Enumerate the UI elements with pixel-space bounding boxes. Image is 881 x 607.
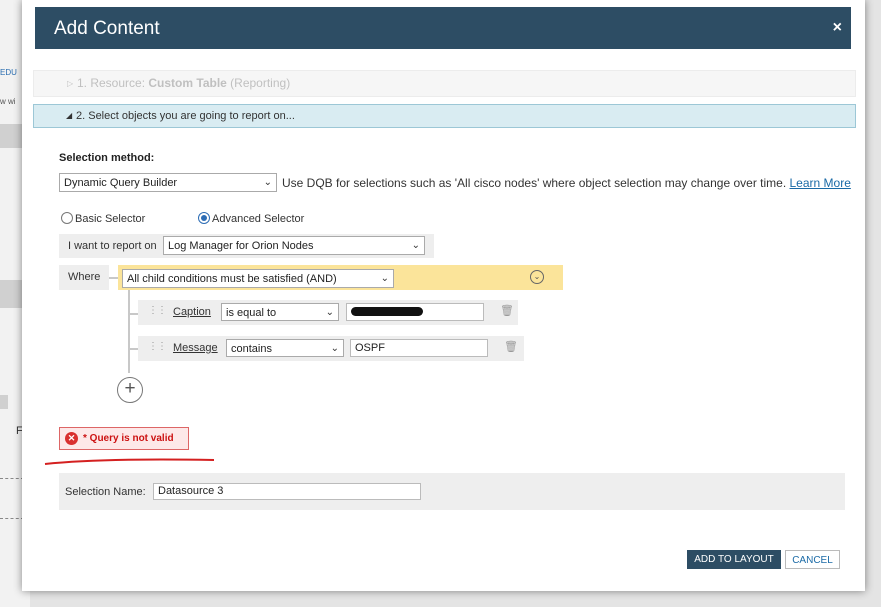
tree-connector <box>128 348 138 350</box>
selection-method-dropdown[interactable]: Dynamic Query Builder ⌄ <box>59 173 277 192</box>
add-condition-plus-icon[interactable]: + <box>117 377 143 403</box>
where-label: Where <box>68 271 101 283</box>
background-divider <box>0 478 24 479</box>
condition-field-link[interactable]: Message <box>173 342 218 354</box>
background-bar <box>0 395 8 409</box>
red-underline-annotation <box>44 458 215 465</box>
step-1-resource[interactable]: ▷ 1. Resource: Custom Table (Reporting) <box>33 70 856 97</box>
condition-operator-dropdown[interactable]: contains ⌄ <box>226 339 344 357</box>
report-on-value: Log Manager for Orion Nodes <box>168 240 314 252</box>
group-options-chevron-icon[interactable]: ⌄ <box>530 270 544 284</box>
condition-operator-value: is equal to <box>226 307 277 319</box>
condition-operator-dropdown[interactable]: is equal to ⌄ <box>221 303 339 321</box>
tree-connector <box>128 290 130 373</box>
condition-value-input[interactable] <box>346 303 484 321</box>
dqb-hint-text: Use DQB for selections such as 'All cisc… <box>282 176 787 190</box>
where-box: Where <box>59 265 109 290</box>
redaction-mark <box>351 307 423 316</box>
tree-connector <box>109 277 118 279</box>
basic-selector-radio[interactable]: Basic Selector <box>61 212 145 225</box>
error-icon: ✕ <box>65 432 78 445</box>
background-text: w wi <box>0 97 16 106</box>
learn-more-link[interactable]: Learn More <box>790 176 851 190</box>
step-2-label: 2. Select objects you are going to repor… <box>76 110 295 122</box>
chevron-down-icon: ⌄ <box>263 177 272 188</box>
chevron-down-icon: ⌄ <box>380 273 389 284</box>
chevron-down-icon: ⌄ <box>330 343 339 354</box>
dialog-title: Add Content <box>54 18 160 39</box>
dqb-hint: Use DQB for selections such as 'All cisc… <box>282 176 851 190</box>
condition-logic-value: All child conditions must be satisfied (… <box>127 273 337 285</box>
condition-row: ⋮⋮ Caption is equal to ⌄ 🗑 <box>138 300 518 325</box>
advanced-selector-radio[interactable]: Advanced Selector <box>198 212 304 225</box>
collapsed-arrow-icon: ▷ <box>67 79 74 88</box>
chevron-down-icon: ⌄ <box>411 240 420 251</box>
report-on-label: I want to report on <box>68 240 157 252</box>
background-link: EDU <box>0 68 17 77</box>
trash-icon[interactable]: 🗑 <box>504 340 518 353</box>
background-divider <box>0 518 24 519</box>
condition-field-link[interactable]: Caption <box>173 306 211 318</box>
selection-name-row: Selection Name: Datasource 3 <box>59 473 845 510</box>
condition-logic-dropdown[interactable]: All child conditions must be satisfied (… <box>122 269 394 288</box>
advanced-selector-label: Advanced Selector <box>212 213 305 225</box>
cancel-button[interactable]: CANCEL <box>785 550 840 569</box>
drag-handle-icon[interactable]: ⋮⋮ <box>148 305 167 316</box>
drag-handle-icon[interactable]: ⋮⋮ <box>148 341 167 352</box>
query-error-badge: ✕ * Query is not valid <box>59 427 189 450</box>
dialog-header: Add Content × <box>35 7 851 49</box>
selection-name-label: Selection Name: <box>65 486 146 498</box>
radio-checked-icon <box>198 212 210 224</box>
selection-name-input[interactable]: Datasource 3 <box>153 483 421 500</box>
condition-group-row: All child conditions must be satisfied (… <box>118 265 563 290</box>
add-to-layout-button[interactable]: ADD TO LAYOUT <box>687 550 781 569</box>
background-bar <box>0 280 24 308</box>
report-on-dropdown[interactable]: Log Manager for Orion Nodes ⌄ <box>163 236 425 255</box>
report-on-row: I want to report on Log Manager for Orio… <box>59 234 434 258</box>
query-error-message: * Query is not valid <box>83 433 174 444</box>
tree-connector <box>128 313 138 315</box>
condition-operator-value: contains <box>231 343 272 355</box>
background-bar <box>0 124 24 148</box>
expanded-arrow-icon: ◢ <box>66 111 73 120</box>
condition-value-input[interactable]: OSPF <box>350 339 488 357</box>
add-content-dialog: Add Content × ▷ 1. Resource: Custom Tabl… <box>22 0 865 591</box>
chevron-down-icon: ⌄ <box>325 307 334 318</box>
trash-icon[interactable]: 🗑 <box>500 304 514 317</box>
close-icon[interactable]: × <box>833 19 842 37</box>
selection-method-label: Selection method: <box>59 152 155 164</box>
basic-selector-label: Basic Selector <box>75 213 146 225</box>
selection-method-value: Dynamic Query Builder <box>64 177 178 189</box>
step-2-select-objects[interactable]: ◢ 2. Select objects you are going to rep… <box>33 104 856 128</box>
step-1-label: 1. Resource: Custom Table (Reporting) <box>77 76 291 90</box>
condition-row: ⋮⋮ Message contains ⌄ OSPF 🗑 <box>138 336 524 361</box>
radio-unchecked-icon <box>61 212 73 224</box>
